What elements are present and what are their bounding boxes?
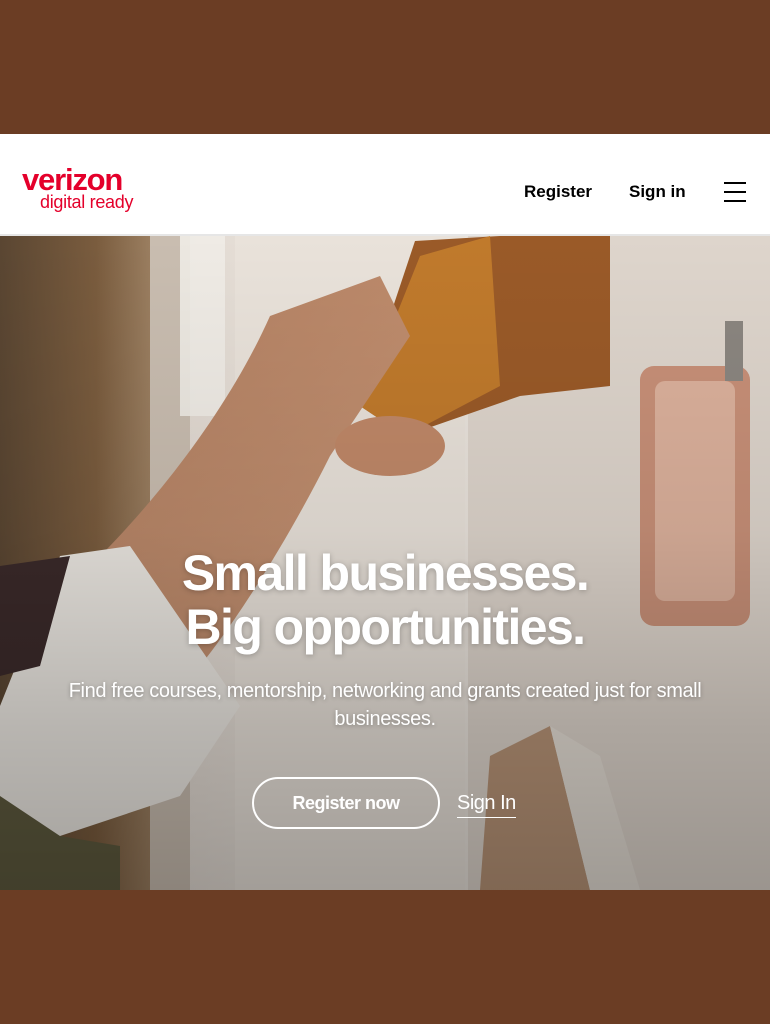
frame-bottom-border	[0, 890, 770, 1024]
register-now-button[interactable]: Register now	[252, 777, 440, 829]
hero-headline: Small businesses. Big opportunities.	[0, 546, 770, 654]
hero-section: Small businesses. Big opportunities. Fin…	[0, 236, 770, 890]
headline-line-1: Small businesses.	[181, 545, 590, 601]
logo-sub-text: digital ready	[40, 192, 134, 212]
headline-line-2: Big opportunities.	[185, 599, 587, 655]
verizon-digital-ready-logo[interactable]: verizon digital ready	[22, 164, 152, 211]
site-header: verizon digital ready Register Sign in	[0, 134, 770, 236]
hero-subtext: Find free courses, mentorship, networkin…	[68, 680, 702, 730]
hamburger-menu-icon[interactable]	[724, 182, 746, 204]
frame-top-border	[0, 0, 770, 134]
header-signin-link[interactable]: Sign in	[629, 182, 686, 202]
logo-brand-text: verizon	[22, 162, 123, 197]
header-register-link[interactable]: Register	[524, 182, 592, 202]
hero-signin-link[interactable]: Sign In	[457, 792, 516, 818]
